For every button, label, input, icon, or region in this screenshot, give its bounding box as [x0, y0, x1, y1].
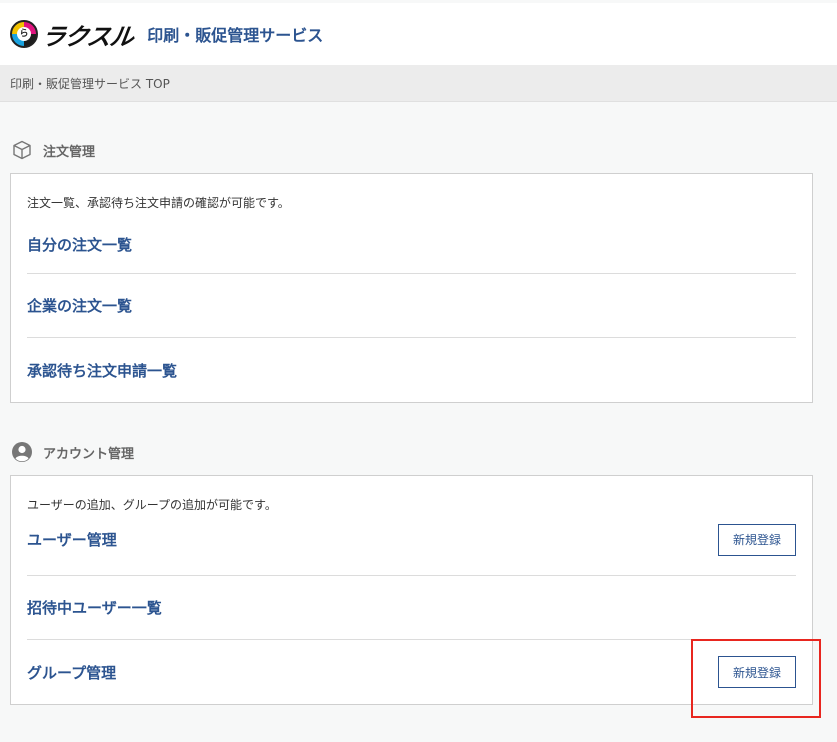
orders-description: 注文一覧、承認待ち注文申請の確認が可能です。 — [27, 196, 290, 210]
accounts-description: ユーザーの追加、グループの追加が可能です。 — [27, 498, 277, 512]
group-management-link[interactable]: グループ管理 — [27, 662, 116, 683]
list-item: ユーザー管理 新規登録 — [27, 512, 796, 576]
list-item: 承認待ち注文申請一覧 — [27, 338, 796, 402]
raksul-logo[interactable]: ら ラクスル — [10, 17, 135, 52]
service-title[interactable]: 印刷・販促管理サービス — [147, 22, 323, 46]
breadcrumb: 印刷・販促管理サービス TOP — [10, 76, 170, 91]
app-header: ら ラクスル 印刷・販促管理サービス — [0, 3, 837, 65]
section-label-orders: 注文管理 — [43, 144, 96, 160]
breadcrumb-bar: 印刷・販促管理サービス TOP — [0, 65, 837, 102]
my-orders-link[interactable]: 自分の注文一覧 — [27, 234, 132, 255]
section-header-orders: 注文管理 — [0, 138, 837, 162]
list-item: 企業の注文一覧 — [27, 274, 796, 338]
pending-approval-link[interactable]: 承認待ち注文申請一覧 — [27, 360, 177, 381]
new-user-button[interactable]: 新規登録 — [718, 523, 796, 556]
box-icon — [11, 139, 33, 161]
logo-mark-icon: ら — [10, 20, 38, 48]
new-group-button[interactable]: 新規登録 — [718, 656, 796, 688]
invited-users-link[interactable]: 招待中ユーザー一覧 — [27, 597, 162, 618]
user-management-link[interactable]: ユーザー管理 — [27, 529, 117, 550]
section-label-accounts: アカウント管理 — [43, 446, 135, 462]
accounts-card: ユーザーの追加、グループの追加が可能です。 ユーザー管理 新規登録 招待中ユーザ… — [10, 475, 813, 705]
section-header-accounts: アカウント管理 — [0, 440, 837, 464]
company-orders-link[interactable]: 企業の注文一覧 — [27, 295, 132, 316]
logo-text: ラクスル — [39, 22, 135, 51]
list-item: グループ管理 新規登録 — [27, 640, 796, 704]
list-item: 招待中ユーザー一覧 — [27, 576, 796, 640]
orders-card: 注文一覧、承認待ち注文申請の確認が可能です。 自分の注文一覧 企業の注文一覧 承… — [10, 173, 813, 403]
user-circle-icon — [11, 441, 33, 463]
list-item: 自分の注文一覧 — [27, 210, 796, 274]
